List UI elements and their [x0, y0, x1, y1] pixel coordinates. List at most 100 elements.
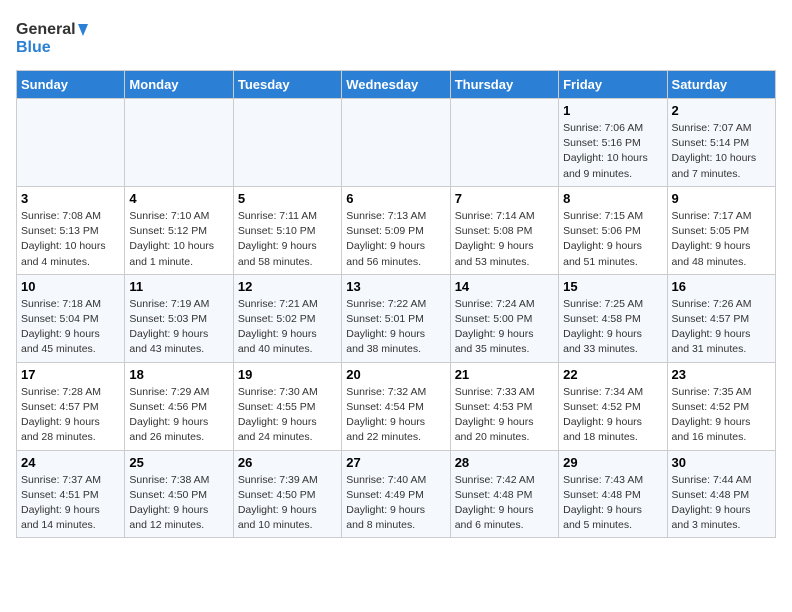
day-number: 18 [129, 367, 228, 382]
calendar-cell [125, 99, 233, 187]
calendar-cell: 17 Sunrise: 7:28 AM Sunset: 4:57 PM Dayli… [17, 362, 125, 450]
day-info: Sunrise: 7:33 AM Sunset: 4:53 PM Dayligh… [455, 385, 554, 446]
calendar-cell: 27 Sunrise: 7:40 AM Sunset: 4:49 PM Dayli… [342, 450, 450, 538]
day-number: 19 [238, 367, 337, 382]
day-info: Sunrise: 7:37 AM Sunset: 4:51 PM Dayligh… [21, 473, 120, 534]
day-number: 28 [455, 455, 554, 470]
calendar-cell: 18 Sunrise: 7:29 AM Sunset: 4:56 PM Dayli… [125, 362, 233, 450]
day-info: Sunrise: 7:19 AM Sunset: 5:03 PM Dayligh… [129, 297, 228, 358]
weekday-row: SundayMondayTuesdayWednesdayThursdayFrid… [17, 71, 776, 99]
day-number: 29 [563, 455, 662, 470]
day-info: Sunrise: 7:17 AM Sunset: 5:05 PM Dayligh… [672, 209, 771, 270]
calendar-cell: 5 Sunrise: 7:11 AM Sunset: 5:10 PM Daylig… [233, 186, 341, 274]
calendar-cell: 15 Sunrise: 7:25 AM Sunset: 4:58 PM Dayli… [559, 274, 667, 362]
day-info: Sunrise: 7:06 AM Sunset: 5:16 PM Dayligh… [563, 121, 662, 182]
day-info: Sunrise: 7:14 AM Sunset: 5:08 PM Dayligh… [455, 209, 554, 270]
calendar-cell: 28 Sunrise: 7:42 AM Sunset: 4:48 PM Dayli… [450, 450, 558, 538]
day-info: Sunrise: 7:18 AM Sunset: 5:04 PM Dayligh… [21, 297, 120, 358]
day-info: Sunrise: 7:08 AM Sunset: 5:13 PM Dayligh… [21, 209, 120, 270]
calendar-body: 1 Sunrise: 7:06 AM Sunset: 5:16 PM Daylig… [17, 99, 776, 538]
weekday-header: Tuesday [233, 71, 341, 99]
calendar-cell: 12 Sunrise: 7:21 AM Sunset: 5:02 PM Dayli… [233, 274, 341, 362]
calendar-cell: 19 Sunrise: 7:30 AM Sunset: 4:55 PM Dayli… [233, 362, 341, 450]
calendar-cell: 6 Sunrise: 7:13 AM Sunset: 5:09 PM Daylig… [342, 186, 450, 274]
day-number: 22 [563, 367, 662, 382]
calendar-cell: 13Sunrise: 7:22 AM Sunset: 5:01 PM Dayli… [342, 274, 450, 362]
calendar-cell: 3 Sunrise: 7:08 AM Sunset: 5:13 PM Daylig… [17, 186, 125, 274]
day-number: 26 [238, 455, 337, 470]
day-info: Sunrise: 7:32 AM Sunset: 4:54 PM Dayligh… [346, 385, 445, 446]
day-number: 12 [238, 279, 337, 294]
weekday-header: Thursday [450, 71, 558, 99]
day-number: 30 [672, 455, 771, 470]
day-info: Sunrise: 7:39 AM Sunset: 4:50 PM Dayligh… [238, 473, 337, 534]
day-number: 1 [563, 103, 662, 118]
calendar-cell: 20 Sunrise: 7:32 AM Sunset: 4:54 PM Dayli… [342, 362, 450, 450]
day-info: Sunrise: 7:34 AM Sunset: 4:52 PM Dayligh… [563, 385, 662, 446]
day-number: 27 [346, 455, 445, 470]
calendar-cell: 24Sunrise: 7:37 AM Sunset: 4:51 PM Dayli… [17, 450, 125, 538]
calendar-week-row: 3 Sunrise: 7:08 AM Sunset: 5:13 PM Daylig… [17, 186, 776, 274]
day-info: Sunrise: 7:25 AM Sunset: 4:58 PM Dayligh… [563, 297, 662, 358]
weekday-header: Sunday [17, 71, 125, 99]
day-info: Sunrise: 7:11 AM Sunset: 5:10 PM Dayligh… [238, 209, 337, 270]
day-number: 8 [563, 191, 662, 206]
calendar-cell: 29 Sunrise: 7:43 AM Sunset: 4:48 PM Dayli… [559, 450, 667, 538]
day-info: Sunrise: 7:29 AM Sunset: 4:56 PM Dayligh… [129, 385, 228, 446]
calendar-week-row: 24Sunrise: 7:37 AM Sunset: 4:51 PM Dayli… [17, 450, 776, 538]
day-info: Sunrise: 7:15 AM Sunset: 5:06 PM Dayligh… [563, 209, 662, 270]
day-number: 4 [129, 191, 228, 206]
calendar-cell: 2 Sunrise: 7:07 AM Sunset: 5:14 PM Daylig… [667, 99, 775, 187]
day-info: Sunrise: 7:43 AM Sunset: 4:48 PM Dayligh… [563, 473, 662, 534]
calendar-cell: 14Sunrise: 7:24 AM Sunset: 5:00 PM Dayli… [450, 274, 558, 362]
calendar-cell: 1 Sunrise: 7:06 AM Sunset: 5:16 PM Daylig… [559, 99, 667, 187]
day-number: 23 [672, 367, 771, 382]
calendar-cell: 23 Sunrise: 7:35 AM Sunset: 4:52 PM Dayli… [667, 362, 775, 450]
calendar-table: SundayMondayTuesdayWednesdayThursdayFrid… [16, 70, 776, 538]
day-number: 21 [455, 367, 554, 382]
day-info: Sunrise: 7:35 AM Sunset: 4:52 PM Dayligh… [672, 385, 771, 446]
day-number: 10 [21, 279, 120, 294]
calendar-cell [342, 99, 450, 187]
day-number: 7 [455, 191, 554, 206]
day-number: 6 [346, 191, 445, 206]
day-number: 20 [346, 367, 445, 382]
calendar-cell: 16Sunrise: 7:26 AM Sunset: 4:57 PM Dayli… [667, 274, 775, 362]
day-number: 5 [238, 191, 337, 206]
calendar-cell: 21 Sunrise: 7:33 AM Sunset: 4:53 PM Dayli… [450, 362, 558, 450]
calendar-cell: 7 Sunrise: 7:14 AM Sunset: 5:08 PM Daylig… [450, 186, 558, 274]
day-number: 25 [129, 455, 228, 470]
day-number: 15 [563, 279, 662, 294]
logo: GeneralBlue [16, 16, 96, 58]
weekday-header: Monday [125, 71, 233, 99]
day-info: Sunrise: 7:30 AM Sunset: 4:55 PM Dayligh… [238, 385, 337, 446]
calendar-week-row: 17 Sunrise: 7:28 AM Sunset: 4:57 PM Dayli… [17, 362, 776, 450]
day-info: Sunrise: 7:40 AM Sunset: 4:49 PM Dayligh… [346, 473, 445, 534]
weekday-header: Friday [559, 71, 667, 99]
day-number: 2 [672, 103, 771, 118]
day-info: Sunrise: 7:42 AM Sunset: 4:48 PM Dayligh… [455, 473, 554, 534]
day-info: Sunrise: 7:21 AM Sunset: 5:02 PM Dayligh… [238, 297, 337, 358]
page-header: GeneralBlue [16, 16, 776, 58]
day-info: Sunrise: 7:07 AM Sunset: 5:14 PM Dayligh… [672, 121, 771, 182]
day-info: Sunrise: 7:10 AM Sunset: 5:12 PM Dayligh… [129, 209, 228, 270]
logo-svg: GeneralBlue [16, 16, 96, 58]
calendar-header: SundayMondayTuesdayWednesdayThursdayFrid… [17, 71, 776, 99]
day-info: Sunrise: 7:26 AM Sunset: 4:57 PM Dayligh… [672, 297, 771, 358]
calendar-cell [450, 99, 558, 187]
svg-text:Blue: Blue [16, 39, 51, 56]
day-info: Sunrise: 7:13 AM Sunset: 5:09 PM Dayligh… [346, 209, 445, 270]
weekday-header: Saturday [667, 71, 775, 99]
day-info: Sunrise: 7:24 AM Sunset: 5:00 PM Dayligh… [455, 297, 554, 358]
day-number: 17 [21, 367, 120, 382]
calendar-cell: 11Sunrise: 7:19 AM Sunset: 5:03 PM Dayli… [125, 274, 233, 362]
day-info: Sunrise: 7:22 AM Sunset: 5:01 PM Dayligh… [346, 297, 445, 358]
calendar-cell: 8 Sunrise: 7:15 AM Sunset: 5:06 PM Daylig… [559, 186, 667, 274]
day-number: 3 [21, 191, 120, 206]
calendar-cell: 26 Sunrise: 7:39 AM Sunset: 4:50 PM Dayli… [233, 450, 341, 538]
day-info: Sunrise: 7:38 AM Sunset: 4:50 PM Dayligh… [129, 473, 228, 534]
calendar-week-row: 1 Sunrise: 7:06 AM Sunset: 5:16 PM Daylig… [17, 99, 776, 187]
calendar-cell: 25 Sunrise: 7:38 AM Sunset: 4:50 PM Dayli… [125, 450, 233, 538]
calendar-cell: 22 Sunrise: 7:34 AM Sunset: 4:52 PM Dayli… [559, 362, 667, 450]
day-info: Sunrise: 7:28 AM Sunset: 4:57 PM Dayligh… [21, 385, 120, 446]
